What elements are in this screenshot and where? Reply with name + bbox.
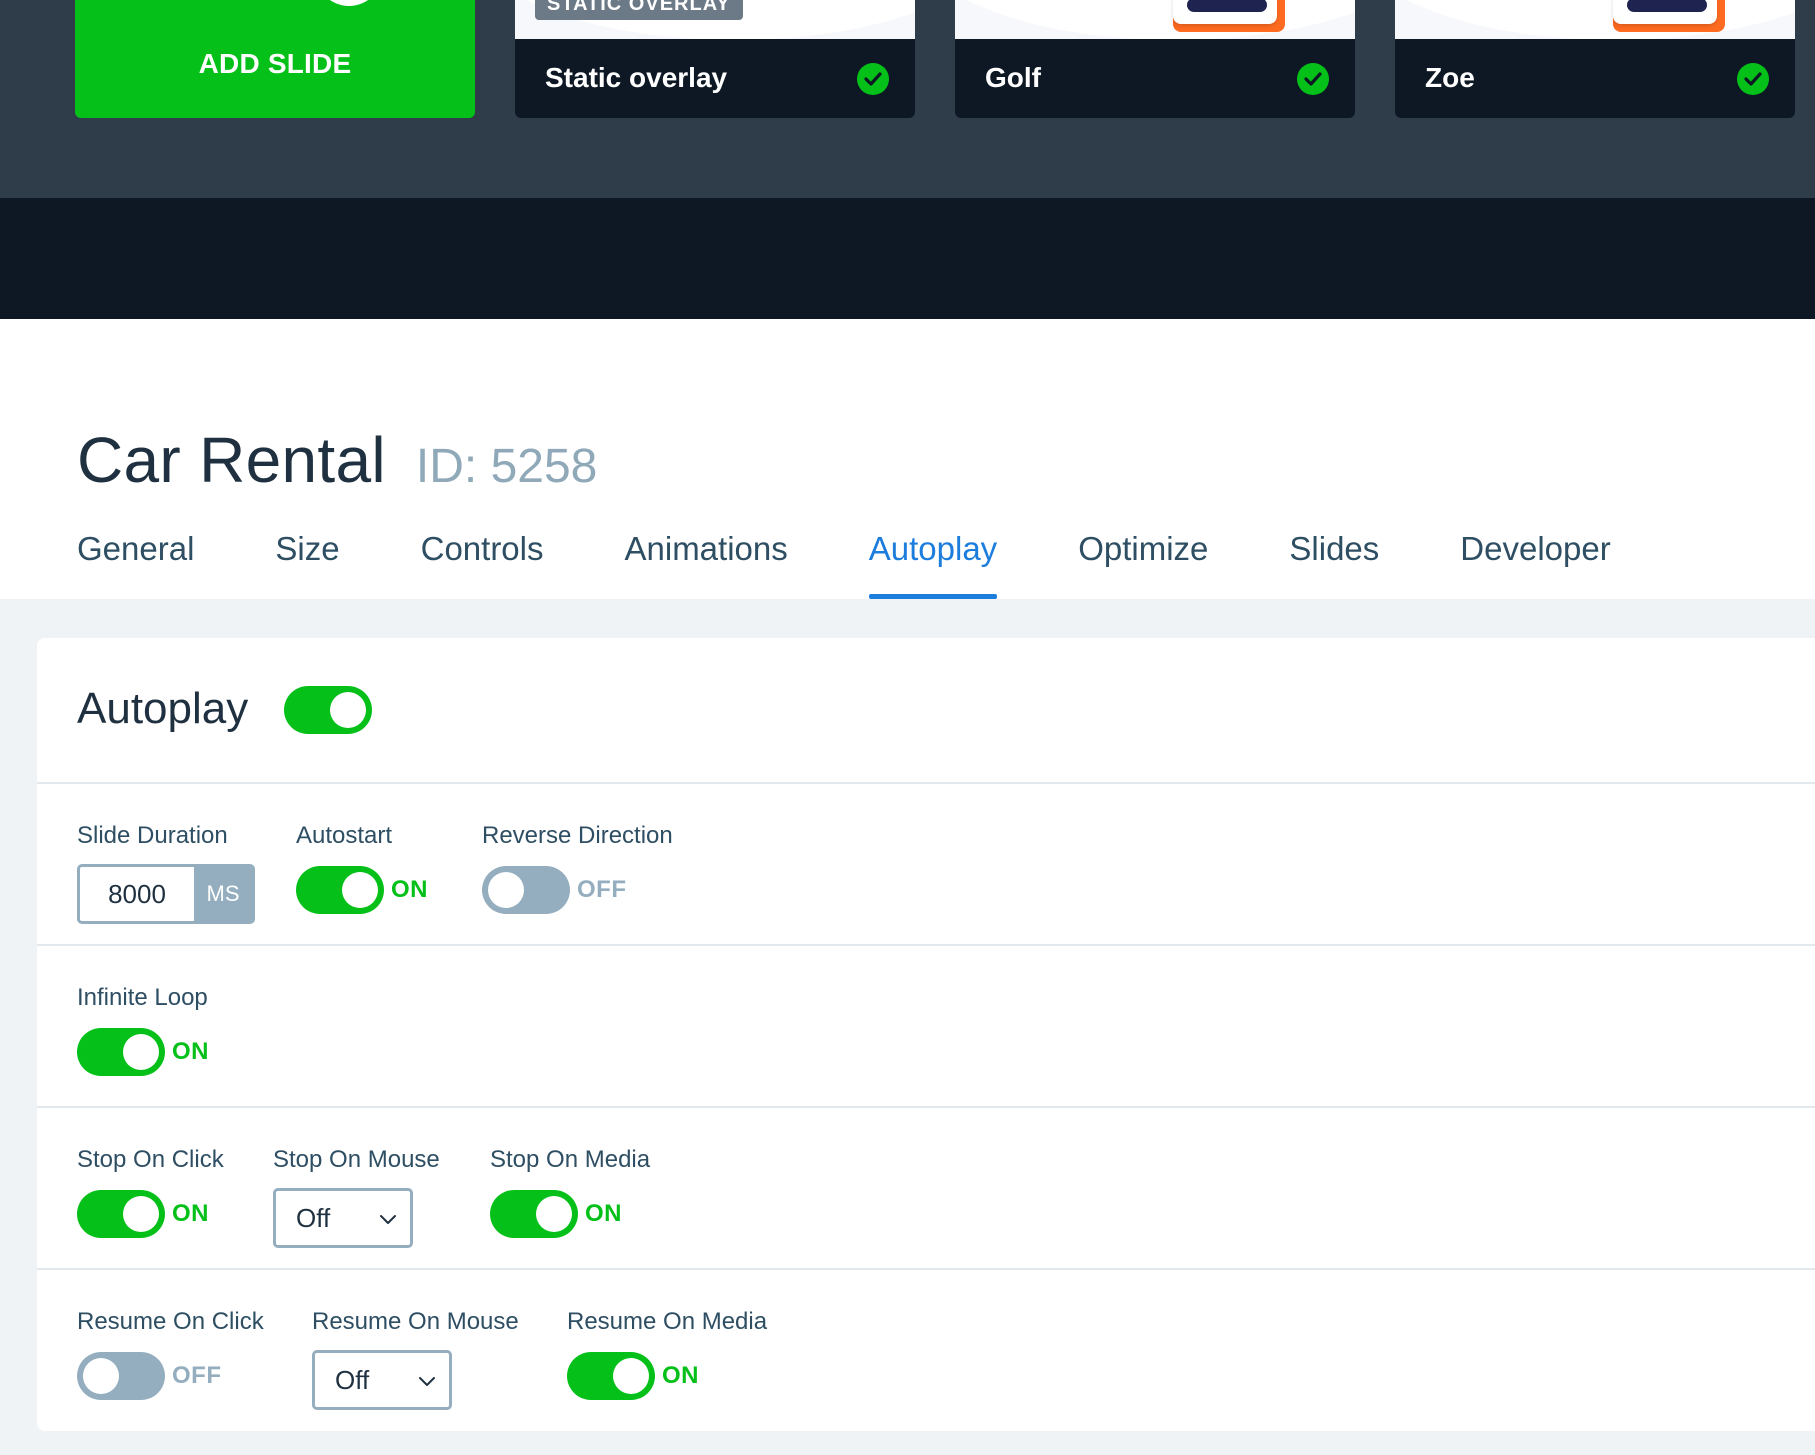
field-label: Stop On Media xyxy=(490,1146,651,1173)
slide-card-zoe[interactable]: Zoe xyxy=(1395,0,1795,118)
toggle-state: OFF xyxy=(172,1362,222,1389)
slide-duration-value[interactable]: 8000 xyxy=(80,867,194,921)
slide-card-static-overlay[interactable]: STATIC OVERLAY Static overlay xyxy=(515,0,915,118)
tab-general[interactable]: General xyxy=(77,529,194,599)
page-header: Car Rental ID: 5258 General Size Control… xyxy=(0,319,1815,599)
chevron-down-icon xyxy=(419,1377,435,1386)
resume-on-media-toggle[interactable] xyxy=(567,1352,655,1400)
field-label: Stop On Click xyxy=(77,1146,224,1173)
panel-header: Autoplay xyxy=(37,638,1815,784)
toggle-state: ON xyxy=(662,1362,699,1389)
toggle-state: ON xyxy=(172,1038,209,1065)
slide-thumbnail xyxy=(955,0,1355,39)
toggle-state: OFF xyxy=(577,876,627,903)
settings-tabs: General Size Controls Animations Autopla… xyxy=(77,529,1692,599)
check-circle-icon xyxy=(1297,63,1329,95)
slide-card-golf[interactable]: Golf xyxy=(955,0,1355,118)
slide-name: Zoe xyxy=(1425,62,1475,93)
slide-thumbnail xyxy=(1395,0,1795,39)
tab-size[interactable]: Size xyxy=(275,529,339,599)
slide-thumbnail: STATIC OVERLAY xyxy=(515,0,915,39)
static-overlay-tag: STATIC OVERLAY xyxy=(535,0,743,20)
slide-name: Golf xyxy=(985,62,1041,93)
field-label: Autostart xyxy=(296,822,393,849)
slide-bar: ADD SLIDE STATIC OVERLAY Static overlay … xyxy=(0,0,1815,198)
stop-on-media-toggle[interactable] xyxy=(490,1190,578,1238)
field-label: Resume On Media xyxy=(567,1308,768,1335)
field-label: Resume On Click xyxy=(77,1308,264,1335)
autostart-toggle[interactable] xyxy=(296,866,384,914)
slide-duration-input[interactable]: 8000 MS xyxy=(77,864,255,924)
select-value: Off xyxy=(296,1203,331,1233)
tab-animations[interactable]: Animations xyxy=(625,529,788,599)
slide-bar-footer xyxy=(0,198,1815,319)
check-circle-icon xyxy=(1737,63,1769,95)
chevron-down-icon xyxy=(380,1215,396,1224)
field-label: Resume On Mouse xyxy=(312,1308,519,1335)
panel-title: Autoplay xyxy=(77,684,249,733)
tab-developer[interactable]: Developer xyxy=(1460,529,1610,599)
stop-on-mouse-select[interactable]: Off xyxy=(273,1188,413,1248)
slider-id: ID: 5258 xyxy=(415,440,598,493)
tab-optimize[interactable]: Optimize xyxy=(1078,529,1208,599)
field-label: Slide Duration xyxy=(77,822,228,849)
tab-autoplay[interactable]: Autoplay xyxy=(868,529,998,599)
field-label: Stop On Mouse xyxy=(273,1146,440,1173)
toggle-state: ON xyxy=(391,876,428,903)
settings-row: Stop On Click ON Stop On Mouse Off Stop … xyxy=(37,1108,1815,1270)
settings-row: Slide Duration 8000 MS Autostart ON Reve… xyxy=(37,784,1815,946)
unit-label: MS xyxy=(194,867,252,921)
autoplay-toggle[interactable] xyxy=(284,686,372,734)
reverse-direction-toggle[interactable] xyxy=(482,866,570,914)
check-circle-icon xyxy=(857,63,889,95)
add-slide-button[interactable]: ADD SLIDE xyxy=(75,0,475,118)
field-label: Reverse Direction xyxy=(482,822,673,849)
resume-on-mouse-select[interactable]: Off xyxy=(312,1350,452,1410)
field-label: Infinite Loop xyxy=(77,984,208,1011)
toggle-state: ON xyxy=(172,1200,209,1227)
plus-icon xyxy=(316,0,382,6)
add-slide-label: ADD SLIDE xyxy=(198,48,352,79)
autoplay-panel: Autoplay Slide Duration 8000 MS Autostar… xyxy=(37,638,1815,1431)
tab-slides[interactable]: Slides xyxy=(1289,529,1379,599)
settings-row: Infinite Loop ON xyxy=(37,946,1815,1108)
stop-on-click-toggle[interactable] xyxy=(77,1190,165,1238)
slide-name: Static overlay xyxy=(545,62,728,93)
settings-row: Resume On Click OFF Resume On Mouse Off … xyxy=(37,1270,1815,1432)
tab-controls[interactable]: Controls xyxy=(421,529,544,599)
select-value: Off xyxy=(335,1365,370,1395)
page-title: Car Rental xyxy=(77,424,386,496)
resume-on-click-toggle[interactable] xyxy=(77,1352,165,1400)
toggle-state: ON xyxy=(585,1200,622,1227)
infinite-loop-toggle[interactable] xyxy=(77,1028,165,1076)
